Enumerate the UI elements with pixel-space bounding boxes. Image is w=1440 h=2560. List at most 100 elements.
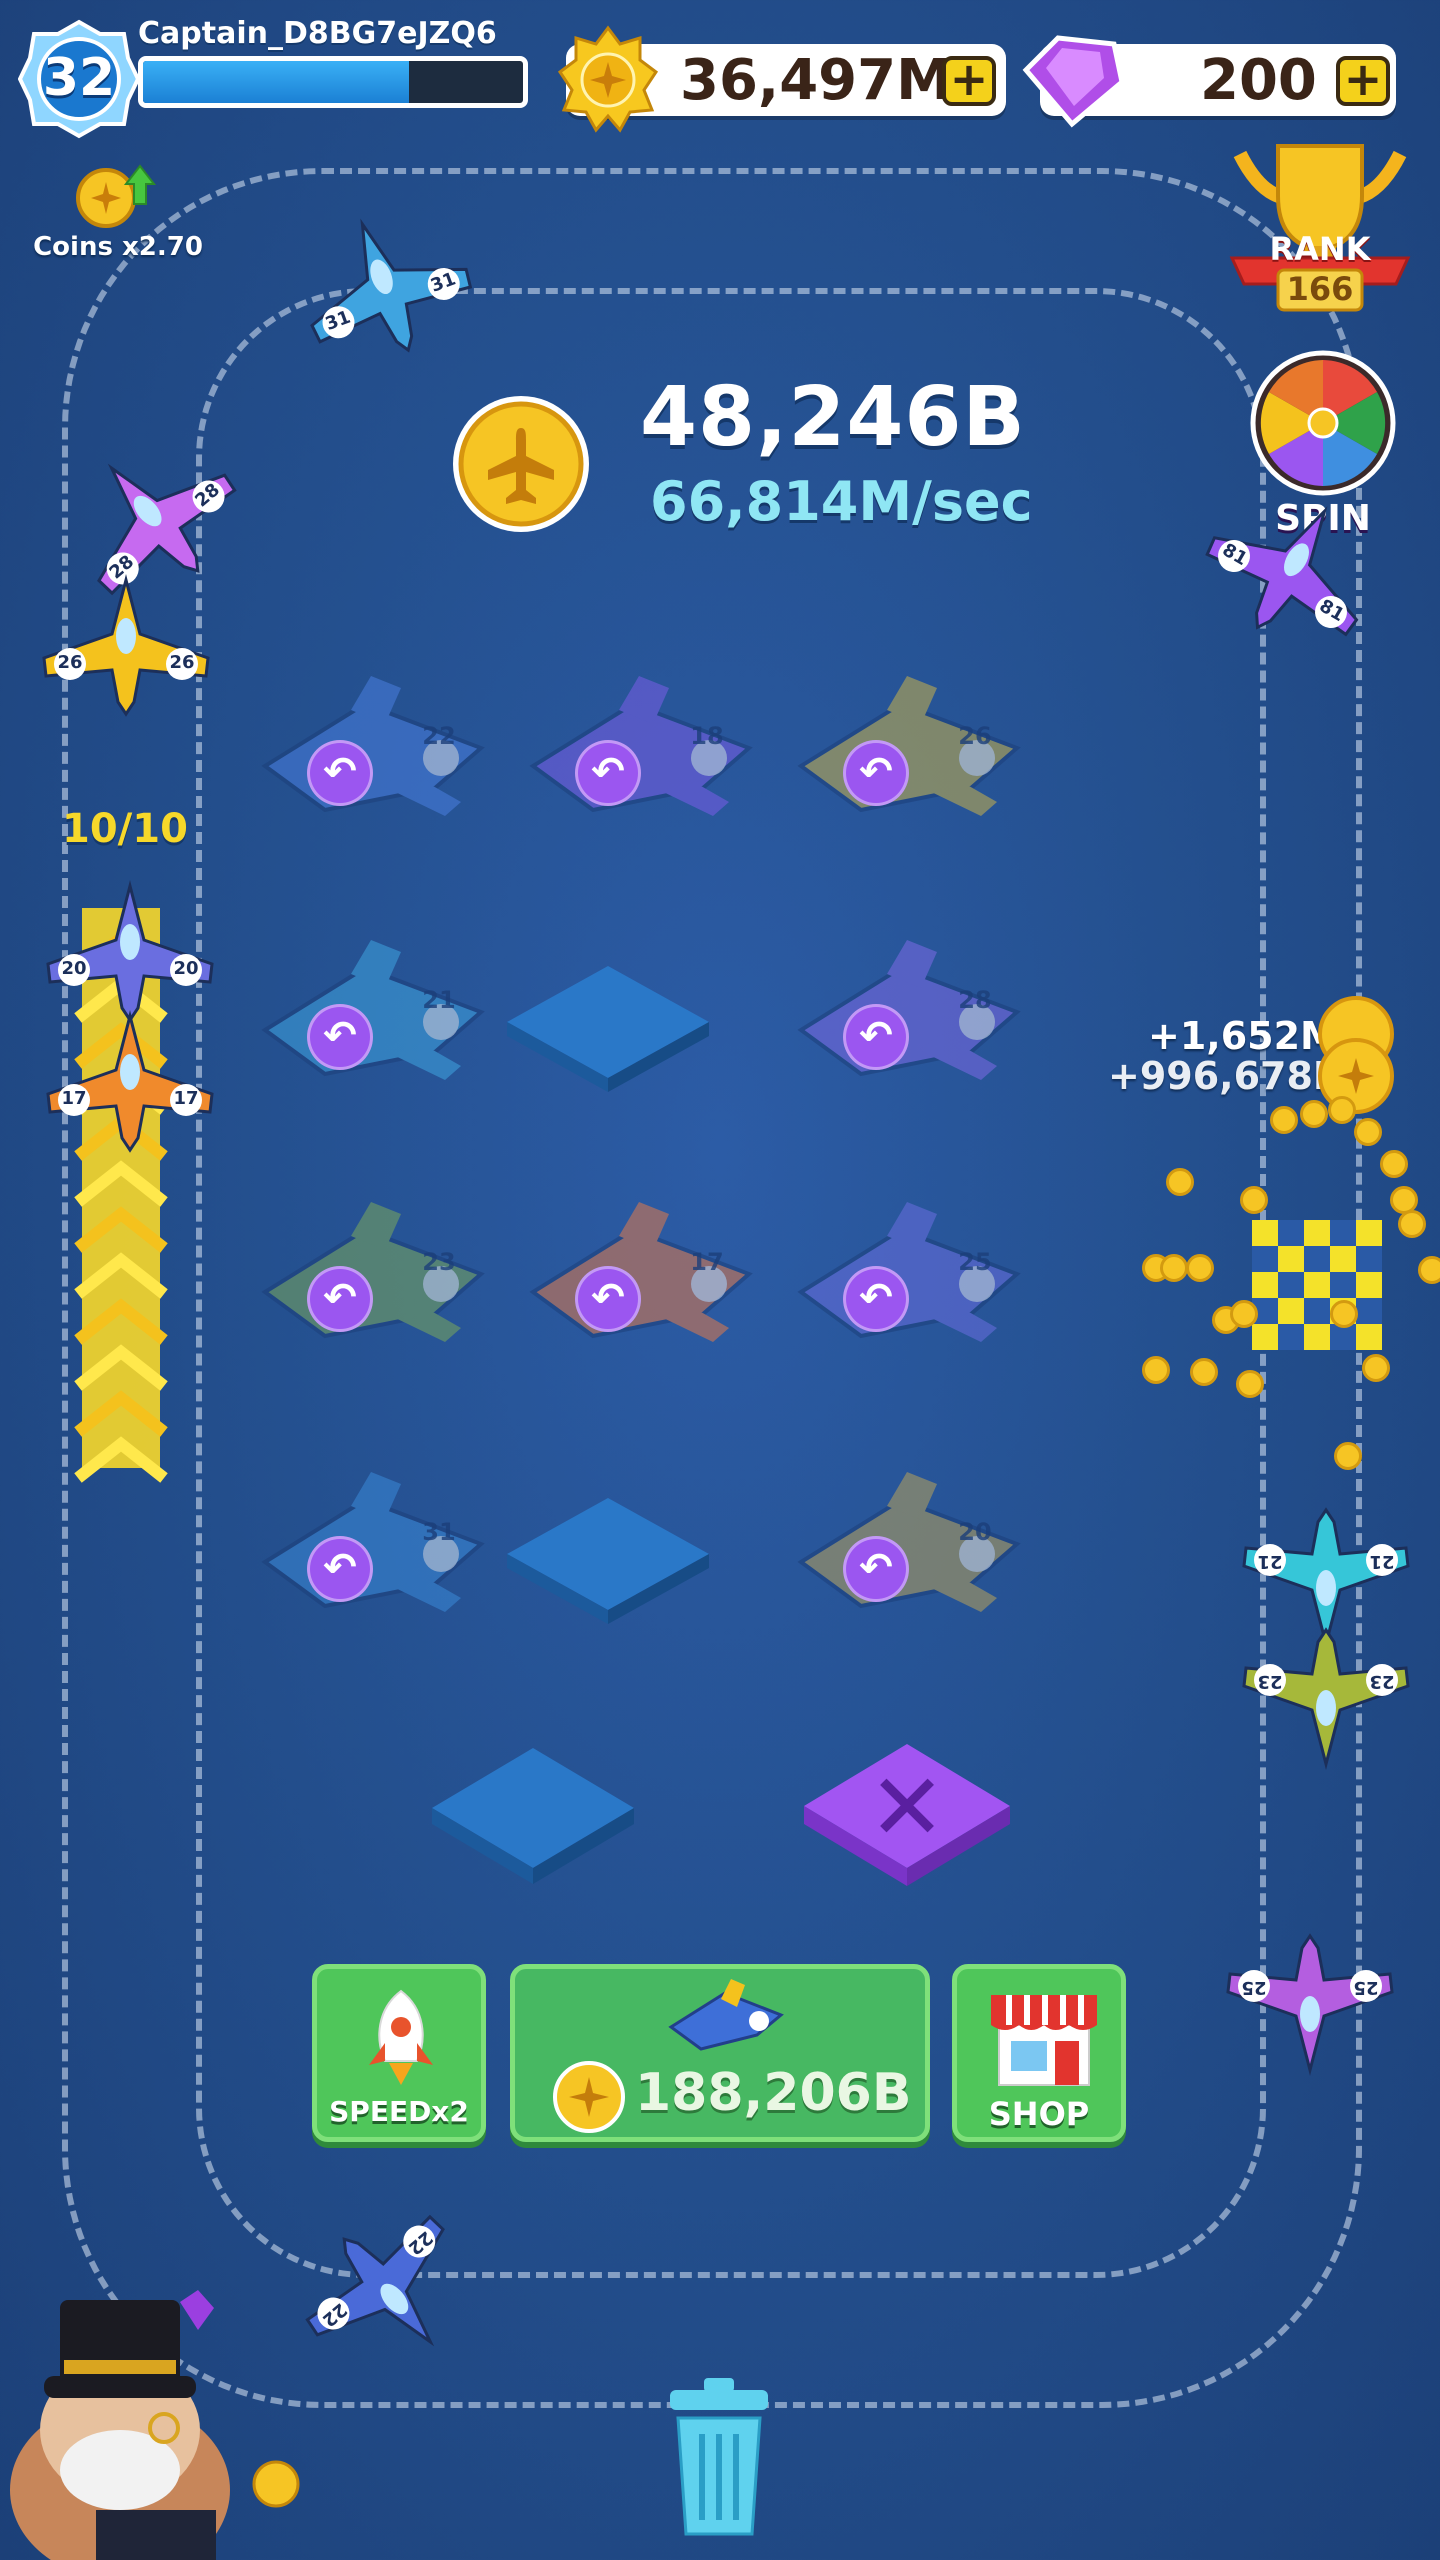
floating-income-2: +996,678K xyxy=(1108,1054,1343,1098)
plane-level-label: 26 xyxy=(958,722,992,750)
coin-balance: 48,246B xyxy=(640,370,1026,465)
rank-button[interactable]: RANK 166 xyxy=(1220,134,1420,314)
recall-plane-button[interactable]: ↶ xyxy=(843,1536,909,1602)
plane-slot[interactable]: 31 ↶ xyxy=(235,1472,485,1626)
plane-ghost xyxy=(797,1472,1021,1612)
flying-coin xyxy=(1334,1442,1362,1470)
plane-level-label: 31 xyxy=(422,1518,456,1546)
coins-value: 36,497M xyxy=(680,48,952,113)
track-plane-level: 25 xyxy=(1241,1977,1267,1998)
gems-value: 200 xyxy=(1200,48,1317,113)
plane-ghost xyxy=(261,676,485,816)
plane-ghost xyxy=(797,940,1021,1080)
plane-level-label: 28 xyxy=(958,986,992,1014)
rank-label: RANK xyxy=(1269,230,1371,268)
track-plane: 17 17 xyxy=(40,1010,220,1160)
plane-icon xyxy=(46,1010,214,1153)
plane-slot[interactable]: 20 ↶ xyxy=(771,1472,1021,1626)
track-plane-level: 21 xyxy=(1369,1551,1395,1572)
trash-icon[interactable] xyxy=(664,2374,774,2544)
plane-level-label: 17 xyxy=(690,1248,724,1276)
empty-slot-tile[interactable] xyxy=(428,1744,638,1894)
track-plane-level: 26 xyxy=(169,652,195,673)
plane-ghost xyxy=(529,676,753,816)
level-number: 32 xyxy=(42,48,116,108)
track-plane-level: 21 xyxy=(1257,1551,1283,1572)
add-gems-button[interactable]: + xyxy=(1336,56,1390,106)
recall-plane-button[interactable]: ↶ xyxy=(843,1266,909,1332)
plane-ghost xyxy=(797,1202,1021,1342)
plane-slot[interactable]: 22 ↶ xyxy=(235,676,485,830)
plane-slot[interactable]: 28 ↶ xyxy=(771,940,1021,1094)
buy-coin-icon xyxy=(553,2061,625,2133)
plane-icon xyxy=(1242,1627,1410,1770)
flying-coin xyxy=(1270,1106,1298,1134)
empty-slot[interactable] xyxy=(503,964,713,1094)
flying-coin xyxy=(1186,1254,1214,1282)
plane-icon xyxy=(1226,1933,1394,2076)
shop-icon xyxy=(991,1995,1097,2086)
track-plane: 20 20 xyxy=(40,880,220,1030)
recall-plane-button[interactable]: ↶ xyxy=(307,1536,373,1602)
player-name: Captain_D8BG7eJZQ6 xyxy=(138,16,497,51)
flying-coin xyxy=(1362,1354,1390,1382)
plane-slot[interactable]: 17 ↶ xyxy=(503,1202,753,1356)
empty-slot[interactable] xyxy=(503,1496,713,1626)
plane-slot[interactable]: 18 ↶ xyxy=(503,676,753,830)
recall-plane-button[interactable]: ↶ xyxy=(307,1266,373,1332)
track-plane: 23 23 xyxy=(1236,1620,1416,1770)
tycoon-mascot xyxy=(10,2290,300,2560)
recall-plane-button[interactable]: ↶ xyxy=(307,1004,373,1070)
income-coin-icons xyxy=(1318,996,1394,1114)
plane-level-label: 21 xyxy=(422,986,456,1014)
plane-ghost xyxy=(797,676,1021,816)
flying-coin xyxy=(1380,1150,1408,1178)
flying-coin xyxy=(1190,1358,1218,1386)
plane-slot[interactable]: 25 ↶ xyxy=(771,1202,1021,1356)
track-plane: 26 26 xyxy=(36,574,216,724)
plane-slot[interactable]: 21 ↶ xyxy=(235,940,485,1094)
flying-coin xyxy=(1330,1300,1358,1328)
gold-coin-icon xyxy=(557,25,659,133)
shop-label: SHOP xyxy=(988,2095,1090,2133)
recall-plane-button[interactable]: ↶ xyxy=(575,740,641,806)
add-coins-button[interactable]: + xyxy=(942,56,996,106)
track-plane-level: 17 xyxy=(173,1088,199,1109)
track-plane-level: 26 xyxy=(57,652,83,673)
recall-plane-button[interactable]: ↶ xyxy=(843,740,909,806)
flying-coin xyxy=(1354,1118,1382,1146)
speed-boost-button[interactable]: SPEEDx2 xyxy=(312,1964,486,2142)
track-plane-level: 25 xyxy=(1353,1977,1379,1998)
cancel-merge-button[interactable]: ✕ xyxy=(800,1740,1014,1900)
buy-plane-button[interactable]: 188,206B xyxy=(510,1964,930,2142)
rank-value: 166 xyxy=(1286,270,1354,308)
launch-counter: 10/10 xyxy=(62,806,188,852)
recall-plane-button[interactable]: ↶ xyxy=(575,1266,641,1332)
empty-slot-tile xyxy=(507,966,709,1092)
coin-boost-label: Coins x2.70 xyxy=(33,232,203,262)
rocket-icon xyxy=(369,1989,433,2085)
plane-ghost xyxy=(261,1472,485,1612)
close-icon: ✕ xyxy=(868,1754,946,1861)
plane-ghost xyxy=(261,940,485,1080)
track-plane-level: 23 xyxy=(1257,1671,1283,1692)
coin-boost-icon xyxy=(76,164,157,228)
flying-coin xyxy=(1418,1256,1440,1284)
recall-plane-button[interactable]: ↶ xyxy=(843,1004,909,1070)
flying-coin xyxy=(1160,1254,1188,1282)
plane-ghost xyxy=(529,1202,753,1342)
recall-plane-button[interactable]: ↶ xyxy=(307,740,373,806)
income-rate: 66,814M/sec xyxy=(650,470,1033,533)
track-plane: 25 25 xyxy=(1220,1926,1400,2076)
plane-icon xyxy=(46,880,214,1023)
plane-level-label: 25 xyxy=(958,1248,992,1276)
level-badge[interactable]: 32 xyxy=(17,18,141,140)
xp-progress-fill xyxy=(143,61,409,103)
flying-coin xyxy=(1328,1096,1356,1124)
plane-slot[interactable]: 23 ↶ xyxy=(235,1202,485,1356)
plane-slot[interactable]: 26 ↶ xyxy=(771,676,1021,830)
plane-ghost xyxy=(261,1202,485,1342)
shop-button[interactable]: SHOP xyxy=(952,1964,1126,2142)
flying-coin xyxy=(1398,1210,1426,1238)
finish-line-flag xyxy=(1252,1220,1382,1350)
